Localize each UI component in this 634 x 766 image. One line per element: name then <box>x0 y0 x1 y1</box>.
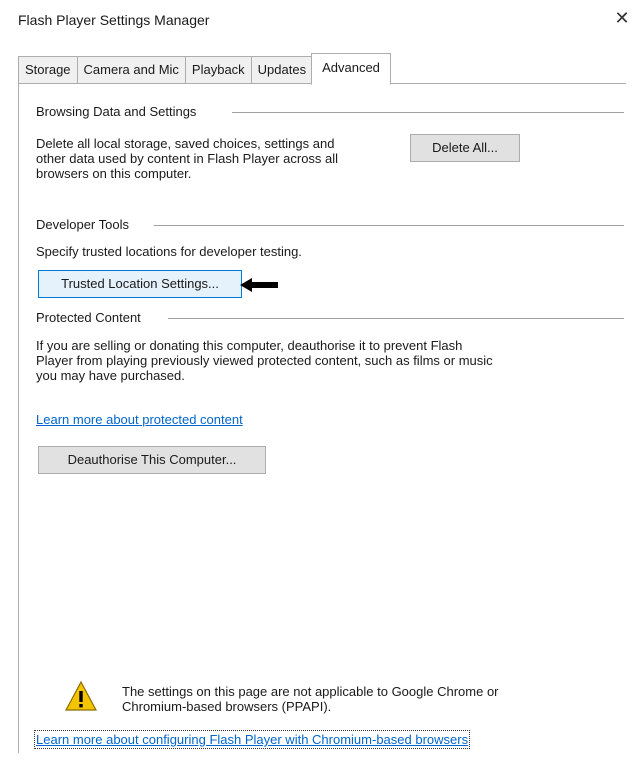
browsing-data-divider <box>232 112 624 113</box>
protected-desc-line: you may have purchased. <box>36 368 185 383</box>
close-icon[interactable]: ✕ <box>612 8 632 30</box>
trusted-location-settings-button[interactable]: Trusted Location Settings... <box>38 270 242 298</box>
protected-desc-line: If you are selling or donating this comp… <box>36 338 463 353</box>
browsing-desc-line: other data used by content in Flash Play… <box>36 151 339 166</box>
protected-content-group-title: Protected Content <box>36 310 141 325</box>
arrow-pointer-icon <box>240 278 278 292</box>
learn-more-protected-content-link[interactable]: Learn more about protected content <box>36 412 243 427</box>
browsing-desc-line: browsers on this computer. <box>36 166 192 181</box>
protected-desc-line: Player from playing previously viewed pr… <box>36 353 493 368</box>
delete-all-button[interactable]: Delete All... <box>410 134 520 162</box>
tab-playback[interactable]: Playback <box>184 56 251 84</box>
protected-content-description: If you are selling or donating this comp… <box>36 338 493 383</box>
learn-more-chromium-link[interactable]: Learn more about configuring Flash Playe… <box>33 730 471 749</box>
developer-tools-group-title: Developer Tools <box>36 217 129 232</box>
tab-updates[interactable]: Updates <box>250 56 313 84</box>
title-bar: Flash Player Settings Manager ✕ <box>0 0 634 40</box>
tab-camera-and-mic[interactable]: Camera and Mic <box>76 56 185 84</box>
tab-advanced[interactable]: Advanced <box>311 53 391 85</box>
chromium-notice-text: The settings on this page are not applic… <box>122 684 602 714</box>
deauthorise-computer-button[interactable]: Deauthorise This Computer... <box>38 446 266 474</box>
developer-tools-description: Specify trusted locations for developer … <box>36 244 302 259</box>
browsing-data-group-title: Browsing Data and Settings <box>36 104 197 119</box>
notice-line: The settings on this page are not applic… <box>122 684 499 699</box>
browsing-desc-line: Delete all local storage, saved choices,… <box>36 136 335 151</box>
window-title: Flash Player Settings Manager <box>18 12 210 28</box>
warning-icon <box>64 680 98 711</box>
browsing-data-description: Delete all local storage, saved choices,… <box>36 136 338 181</box>
tab-storage[interactable]: Storage <box>18 56 77 84</box>
notice-line: Chromium-based browsers (PPAPI). <box>122 699 332 714</box>
tab-strip: Storage Camera and Mic Playback Updates … <box>18 52 391 85</box>
developer-tools-divider <box>154 225 624 226</box>
protected-content-divider <box>168 318 624 319</box>
